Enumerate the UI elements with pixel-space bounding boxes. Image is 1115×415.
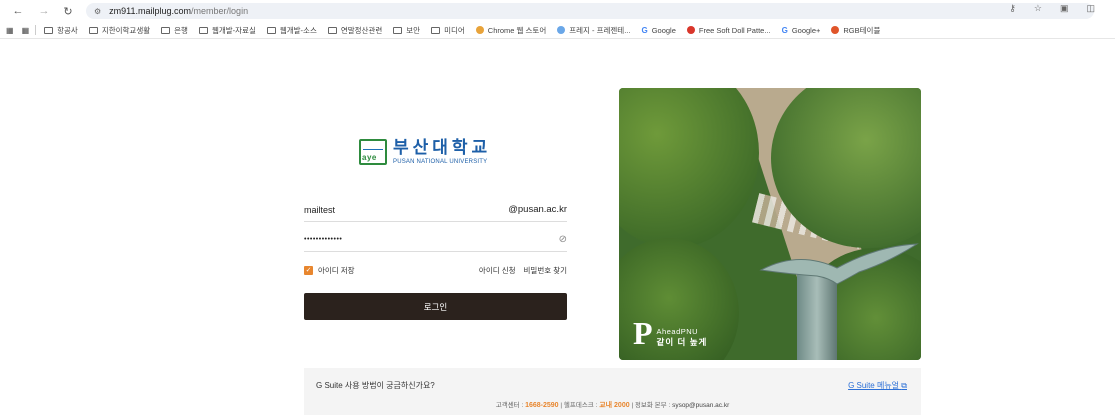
folder-icon <box>431 26 441 34</box>
address-bar[interactable]: ⚙ zm911.mailplug.com/member/login <box>86 3 1094 19</box>
id-request-link[interactable]: 아이디 신청 <box>479 265 516 276</box>
center-phone: 1668-2590 <box>525 402 559 409</box>
password-field[interactable]: ••••••••••••• ⊘ <box>304 228 567 252</box>
site-favicon-icon <box>557 26 566 34</box>
university-name-en: PUSAN NATIONAL UNIVERSITY <box>393 159 488 165</box>
bookmark-item[interactable]: 미디어 <box>431 25 465 36</box>
pnu-p-logo-icon: P <box>633 315 653 351</box>
folder-icon <box>393 26 403 34</box>
bookmark-item[interactable]: 웹개발-소스 <box>266 25 317 36</box>
bookmark-separator <box>35 25 37 35</box>
eagle-statue-icon <box>759 243 919 285</box>
folder-icon <box>327 26 337 34</box>
bookmark-item[interactable]: G Google+ <box>782 26 821 35</box>
bookmark-label: 미디어 <box>444 25 465 35</box>
back-icon[interactable]: ← <box>8 1 28 21</box>
side-panel-icon[interactable]: ◫ <box>1086 3 1095 14</box>
folder-icon <box>44 26 54 34</box>
contact-info: 고객센터 : 1668-2590 | 헬프데스크 : 교내 2000 | 정보화… <box>495 402 730 409</box>
bookmark-label: 웹개발-소스 <box>279 25 317 35</box>
login-options: ✓ 아이디 저장 아이디 신청 비밀번호 찾기 <box>304 264 567 276</box>
site-favicon-icon <box>475 26 484 34</box>
bookmark-item[interactable]: RGB테이블 <box>831 25 880 36</box>
brand-slogan-ko: 같이 더 높게 <box>656 337 708 347</box>
username-value: mailtest <box>304 204 336 215</box>
bookmark-label: Chrome 웹 스토어 <box>487 25 547 35</box>
folder-icon <box>88 26 98 34</box>
bookmark-label: Google <box>651 25 676 35</box>
bookmark-item[interactable]: 은행 <box>161 25 188 36</box>
apps-grid-icon[interactable]: ▦ <box>6 26 14 35</box>
ahead-pnu-brand: P AheadPNU 같이 더 높게 <box>633 315 708 351</box>
google-icon: G <box>781 25 788 35</box>
google-icon: G <box>641 25 648 35</box>
mail-domain: @pusan.ac.kr <box>508 204 567 215</box>
support-email: sysop@pusan.ac.kr <box>672 402 730 409</box>
bookmark-item[interactable]: G Google <box>641 26 675 35</box>
login-button[interactable]: 로그인 <box>304 293 567 320</box>
help-info-box: G Suite 사용 방법이 궁금하신가요? G Suite 메뉴얼 ⧉ 고객센… <box>304 368 921 415</box>
extension-icon[interactable]: ▣ <box>1060 3 1069 14</box>
bookmark-label: Free Soft Doll Patte... <box>698 25 771 35</box>
photo-tree <box>619 88 759 248</box>
password-visibility-icon[interactable]: ⊘ <box>559 234 567 245</box>
username-field[interactable]: mailtest @pusan.ac.kr <box>304 198 567 222</box>
bookmark-label: 웹개발-자료실 <box>211 25 256 35</box>
bookmarks-bar: ▦ ▦ 항공사 지한이학교생활 은행 웹개발-자료실 웹개발-소스 연말정산관련 보안 미디어… <box>0 22 1115 39</box>
folder-icon <box>266 26 276 34</box>
external-link-icon: ⧉ <box>901 381 907 390</box>
bookmark-label: 보안 <box>406 25 421 35</box>
site-favicon-icon <box>831 26 840 34</box>
bookmark-item[interactable]: 항공사 <box>44 25 78 36</box>
password-value: ••••••••••••• <box>304 236 343 243</box>
helpdesk-phone: 교내 2000 <box>599 402 630 409</box>
forward-icon[interactable]: → <box>34 1 54 21</box>
campus-photo: P AheadPNU 같이 더 높게 <box>619 88 921 360</box>
brand-slogan-en: AheadPNU <box>656 327 699 336</box>
bookmark-item[interactable]: 웹개발-자료실 <box>198 25 256 36</box>
bookmark-item[interactable]: 연말정산관련 <box>327 25 383 36</box>
save-id-label[interactable]: 아이디 저장 <box>318 265 355 276</box>
bookmark-item[interactable]: 프레지 - 프레젠테... <box>557 25 630 36</box>
apps-icon[interactable]: ▦ <box>22 26 30 35</box>
bookmark-label: RGB테이블 <box>843 25 881 35</box>
site-favicon-icon <box>686 26 695 34</box>
bookmark-label: 항공사 <box>57 25 78 35</box>
university-logo: aye 부산대학교 PUSAN NATIONAL UNIVERSITY <box>359 139 491 165</box>
password-key-icon[interactable]: ⚷ <box>1009 3 1016 14</box>
bookmark-label: Google+ <box>791 25 821 35</box>
url-host: zm911.mailplug.com <box>109 6 192 16</box>
bookmark-star-icon[interactable]: ☆ <box>1034 3 1042 14</box>
bookmark-item[interactable]: 지한이학교생활 <box>88 25 151 36</box>
help-question: G Suite 사용 방법이 궁금하신가요? <box>316 381 435 390</box>
site-info-icon[interactable]: ⚙ <box>94 7 101 16</box>
find-password-link[interactable]: 비밀번호 찾기 <box>524 265 567 276</box>
reload-icon[interactable]: ↻ <box>58 1 78 21</box>
browser-toolbar: ← → ↻ ⚙ zm911.mailplug.com/member/login … <box>0 0 1115 22</box>
university-name-ko: 부산대학교 <box>393 138 492 157</box>
bookmark-label: 은행 <box>174 25 188 35</box>
save-id-checkbox[interactable]: ✓ <box>304 265 313 275</box>
university-emblem-icon: aye <box>359 139 387 165</box>
bookmark-item[interactable]: Chrome 웹 스토어 <box>475 25 547 36</box>
bookmark-label: 연말정산관련 <box>340 25 383 35</box>
folder-icon <box>198 26 208 34</box>
folder-icon <box>161 26 171 34</box>
bookmark-item[interactable]: Free Soft Doll Patte... <box>686 25 771 35</box>
bookmark-label: 프레지 - 프레젠테... <box>569 25 631 35</box>
bookmark-label: 지한이학교생활 <box>101 25 151 35</box>
bookmark-item[interactable]: 보안 <box>393 25 420 36</box>
url-path: /member/login <box>191 6 249 16</box>
gsuite-manual-link[interactable]: G Suite 메뉴얼 ⧉ <box>848 380 907 391</box>
